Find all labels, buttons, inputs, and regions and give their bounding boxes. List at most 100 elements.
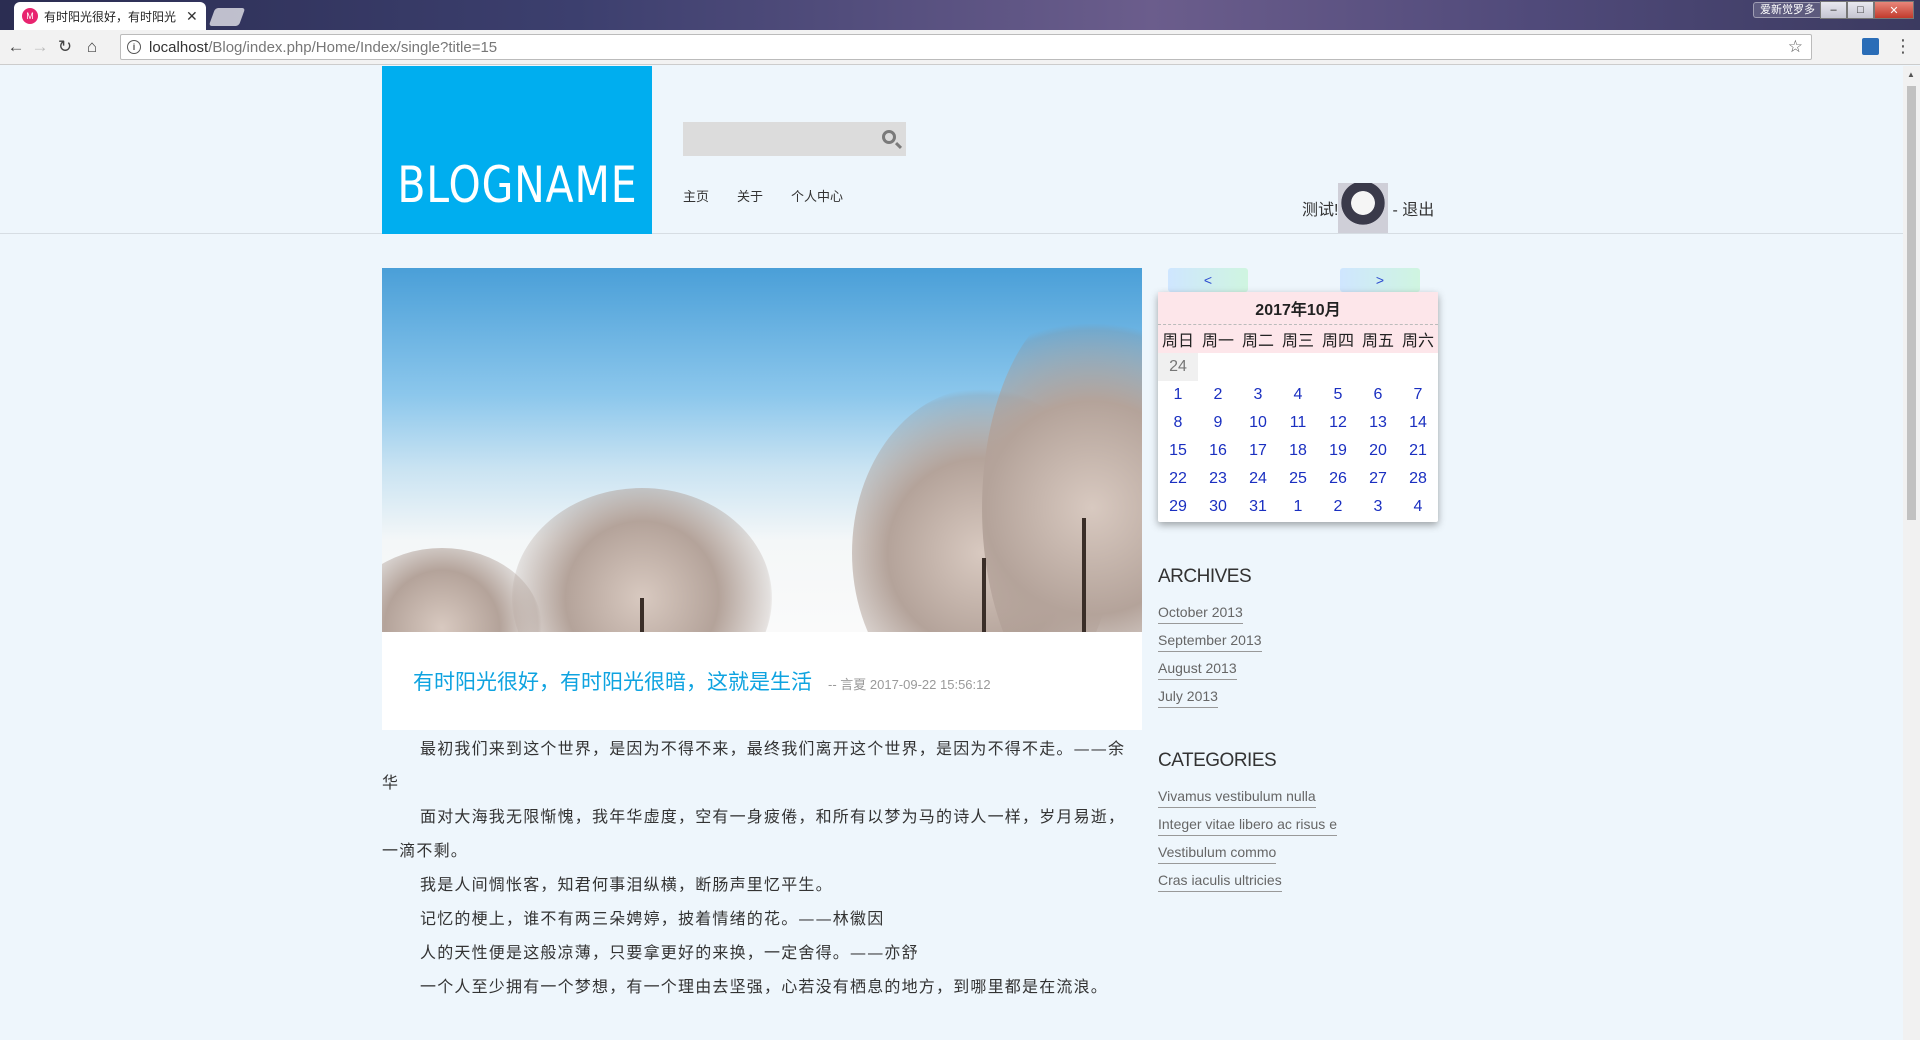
calendar-day[interactable]: 25 (1278, 465, 1318, 493)
minimize-icon[interactable]: – (1820, 1, 1847, 19)
logo-text: BLOGNAME (396, 156, 638, 214)
nav-item-home[interactable]: 主页 (683, 186, 709, 205)
archive-link[interactable]: July 2013 (1158, 685, 1218, 708)
calendar-day[interactable]: 5 (1318, 381, 1358, 409)
tree-trunk (640, 598, 644, 632)
search-box (683, 122, 906, 156)
back-icon[interactable]: ← (6, 37, 26, 57)
calendar-day[interactable]: 17 (1238, 437, 1278, 465)
home-icon[interactable]: ⌂ (82, 37, 102, 57)
calendar-weekday: 周四 (1318, 325, 1358, 353)
tree-trunk (982, 558, 986, 632)
post-body: 最初我们来到这个世界，是因为不得不来，最终我们离开这个世界，是因为不得不走。——… (382, 732, 1142, 1004)
archives-list: October 2013 September 2013 August 2013 … (1158, 601, 1262, 708)
calendar-day[interactable]: 24 (1158, 353, 1198, 381)
calendar-day[interactable]: 11 (1278, 409, 1318, 437)
tree-trunk (1082, 518, 1086, 632)
calendar-day[interactable]: 20 (1358, 437, 1398, 465)
calendar-next-button[interactable]: > (1340, 268, 1420, 292)
category-link[interactable]: Integer vitae libero ac risus e (1158, 813, 1337, 836)
calendar-day[interactable]: 3 (1238, 381, 1278, 409)
main-nav: 主页 关于 个人中心 (683, 186, 843, 205)
calendar-month-title: 2017年10月 (1158, 292, 1438, 325)
calendar-empty-cell (1318, 353, 1358, 381)
window-controls: – □ ✕ (1820, 1, 1914, 19)
info-icon[interactable]: i (127, 40, 141, 54)
search-icon[interactable] (882, 130, 896, 144)
calendar-empty-cell (1198, 353, 1238, 381)
calendar-day[interactable]: 27 (1358, 465, 1398, 493)
browser-tab[interactable]: M 有时阳光很好，有时阳光 ✕ (14, 2, 206, 30)
category-link[interactable]: Cras iaculis ultricies (1158, 869, 1282, 892)
tree-decoration (982, 298, 1142, 632)
url-host: localhost (149, 38, 209, 56)
calendar-widget: 2017年10月 周日 周一 周二 周三 周四 周五 周六 24 1 2 3 4 5 6 7 8 9 10 11 12… (1158, 292, 1438, 522)
calendar-day[interactable]: 4 (1278, 381, 1318, 409)
calendar-day[interactable]: 16 (1198, 437, 1238, 465)
address-bar[interactable]: i localhost /Blog/index.php/Home/Index/s… (120, 34, 1812, 60)
category-link[interactable]: Vestibulum commo (1158, 841, 1277, 864)
archives-title: ARCHIVES (1158, 566, 1252, 587)
avatar[interactable] (1338, 183, 1389, 233)
maximize-icon[interactable]: □ (1847, 1, 1874, 19)
post-hero-image (382, 268, 1142, 632)
post-title[interactable]: 有时阳光很好，有时阳光很暗，这就是生活 (413, 666, 812, 696)
tree-decoration (382, 548, 542, 632)
calendar-day[interactable]: 3 (1358, 493, 1398, 521)
calendar-day[interactable]: 8 (1158, 409, 1198, 437)
post-paragraph: 我是人间惆怅客，知君何事泪纵横，断肠声里忆平生。 (420, 875, 833, 894)
calendar-day[interactable]: 2 (1318, 493, 1358, 521)
site-logo[interactable]: BLOGNAME (382, 66, 652, 234)
extension-icon[interactable] (1862, 38, 1879, 55)
logout-link[interactable]: - 退出 (1392, 196, 1434, 220)
archive-link[interactable]: October 2013 (1158, 601, 1243, 624)
calendar-day[interactable]: 30 (1198, 493, 1238, 521)
calendar-day[interactable]: 7 (1398, 381, 1438, 409)
archive-link[interactable]: September 2013 (1158, 629, 1262, 652)
calendar-day[interactable]: 21 (1398, 437, 1438, 465)
calendar-day[interactable]: 19 (1318, 437, 1358, 465)
calendar-day[interactable]: 14 (1398, 409, 1438, 437)
page-scrollbar[interactable]: ▲ (1903, 66, 1920, 1040)
close-window-icon[interactable]: ✕ (1874, 1, 1914, 19)
forward-icon[interactable]: → (30, 37, 50, 57)
nav-item-profile[interactable]: 个人中心 (791, 186, 843, 205)
calendar-day[interactable]: 26 (1318, 465, 1358, 493)
category-link[interactable]: Vivamus vestibulum nulla (1158, 785, 1316, 808)
user-area: 测试! - 退出 (1302, 183, 1434, 233)
calendar-day[interactable]: 6 (1358, 381, 1398, 409)
search-input[interactable] (683, 122, 873, 156)
calendar-day[interactable]: 23 (1198, 465, 1238, 493)
scroll-thumb[interactable] (1907, 86, 1916, 520)
nav-item-about[interactable]: 关于 (737, 186, 763, 205)
calendar-day[interactable]: 2 (1198, 381, 1238, 409)
star-icon[interactable]: ☆ (1788, 37, 1803, 57)
new-tab-button[interactable] (208, 8, 246, 26)
calendar-day[interactable]: 29 (1158, 493, 1198, 521)
calendar-day[interactable]: 1 (1158, 381, 1198, 409)
calendar-day[interactable]: 10 (1238, 409, 1278, 437)
calendar-empty-cell (1278, 353, 1318, 381)
window-user-badge[interactable]: 爱新觉罗多 (1753, 2, 1822, 18)
calendar-weekday: 周二 (1238, 325, 1278, 353)
categories-title: CATEGORIES (1158, 750, 1277, 771)
calendar-day[interactable]: 4 (1398, 493, 1438, 521)
calendar-day[interactable]: 22 (1158, 465, 1198, 493)
calendar-day[interactable]: 18 (1278, 437, 1318, 465)
calendar-day[interactable]: 13 (1358, 409, 1398, 437)
scroll-up-icon[interactable]: ▲ (1907, 70, 1915, 79)
calendar-day[interactable]: 12 (1318, 409, 1358, 437)
calendar-day[interactable]: 28 (1398, 465, 1438, 493)
greeting-text: 测试! (1302, 202, 1339, 219)
calendar-day[interactable]: 15 (1158, 437, 1198, 465)
reload-icon[interactable]: ↻ (55, 37, 75, 57)
archive-link[interactable]: August 2013 (1158, 657, 1237, 680)
calendar-weekday: 周一 (1198, 325, 1238, 353)
close-tab-icon[interactable]: ✕ (186, 8, 198, 25)
calendar-day[interactable]: 1 (1278, 493, 1318, 521)
calendar-prev-button[interactable]: < (1168, 268, 1248, 292)
calendar-day[interactable]: 31 (1238, 493, 1278, 521)
menu-icon[interactable]: ⋮ (1894, 36, 1912, 57)
calendar-day[interactable]: 9 (1198, 409, 1238, 437)
calendar-day[interactable]: 24 (1238, 465, 1278, 493)
